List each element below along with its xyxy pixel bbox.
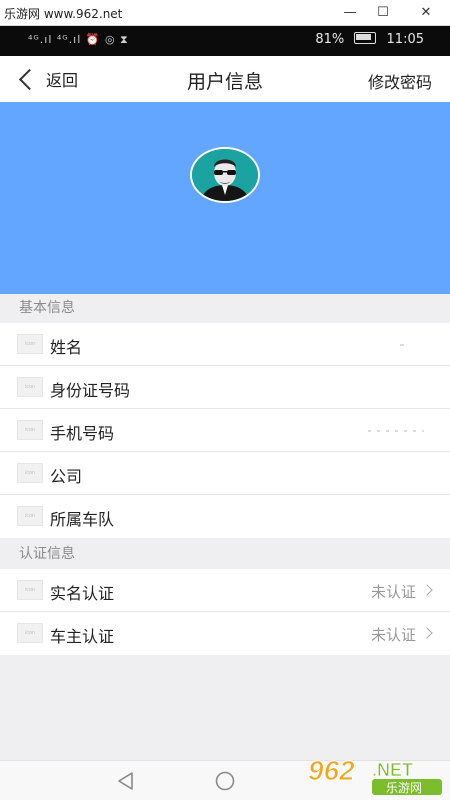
nav-back-icon[interactable] [116, 771, 136, 791]
auth-status: 未认证 [370, 626, 416, 644]
row-company[interactable]: icon 公司 [0, 452, 450, 495]
row-icon-placeholder: icon [17, 377, 43, 397]
chevron-right-icon [421, 584, 433, 596]
avatar[interactable] [190, 147, 260, 203]
row-icon-placeholder: icon [17, 420, 43, 440]
profile-banner [0, 102, 450, 294]
section-header-auth: 认证信息 [0, 540, 450, 569]
close-button[interactable]: ✕ [414, 3, 438, 23]
svg-text:962: 962 [308, 755, 355, 786]
clock: 11:05 [386, 32, 424, 47]
nav-bar: 返回 用户信息 修改密码 [0, 56, 450, 102]
battery-percent: 81% [315, 32, 345, 47]
row-label: 姓名 [50, 338, 83, 357]
row-label: 身份证号码 [50, 381, 131, 400]
row-label: 车主认证 [50, 627, 115, 646]
row-phone[interactable]: icon 手机号码 [0, 409, 450, 452]
watermark-logo: 962 .NET 乐游网 [306, 752, 444, 796]
value-placeholder [368, 430, 424, 432]
section-header-basic: 基本信息 [0, 294, 450, 323]
svg-text:乐游网: 乐游网 [386, 781, 422, 795]
row-icon-placeholder: icon [17, 580, 43, 600]
row-icon-placeholder: icon [17, 506, 43, 526]
row-name[interactable]: icon 姓名 [0, 323, 450, 366]
chevron-right-icon [421, 627, 433, 639]
status-right: 81% 11:05 [315, 32, 424, 47]
value-placeholder [400, 344, 404, 346]
auth-status: 未认证 [370, 583, 416, 601]
row-icon-placeholder: icon [17, 334, 43, 354]
minimize-button[interactable]: — [338, 3, 362, 23]
change-password-button[interactable]: 修改密码 [368, 69, 432, 93]
row-realname-auth[interactable]: icon 实名认证 未认证 [0, 569, 450, 612]
maximize-button[interactable]: ☐ [371, 3, 395, 23]
chevron-left-icon [18, 68, 41, 90]
window-title-bar: 乐游网 www.962.net — ☐ ✕ [0, 0, 450, 26]
row-fleet[interactable]: icon 所属车队 [0, 495, 450, 538]
battery-icon [354, 32, 377, 44]
avatar-portrait-icon [192, 149, 258, 201]
row-owner-auth[interactable]: icon 车主认证 未认证 [0, 612, 450, 655]
row-label: 所属车队 [50, 510, 115, 529]
row-icon-placeholder: icon [17, 463, 43, 483]
svg-text:.NET: .NET [372, 760, 413, 780]
back-label: 返回 [46, 71, 79, 90]
back-button[interactable]: 返回 [16, 66, 78, 92]
row-label: 公司 [50, 467, 83, 486]
row-icon-placeholder: icon [17, 623, 43, 643]
status-icons: ⁴ᴳ.ıl ⁴ᴳ.ıl ⏰ ◎ ⧗ [28, 33, 129, 46]
row-label: 实名认证 [50, 584, 115, 603]
window-title: 乐游网 www.962.net [4, 7, 123, 21]
status-bar: ⁴ᴳ.ıl ⁴ᴳ.ıl ⏰ ◎ ⧗ 81% 11:05 [0, 26, 450, 56]
row-label: 手机号码 [50, 424, 115, 443]
row-id-number[interactable]: icon 身份证号码 [0, 366, 450, 409]
nav-home-icon[interactable] [214, 770, 236, 792]
watermark-graphic: 962 .NET 乐游网 [308, 755, 442, 795]
